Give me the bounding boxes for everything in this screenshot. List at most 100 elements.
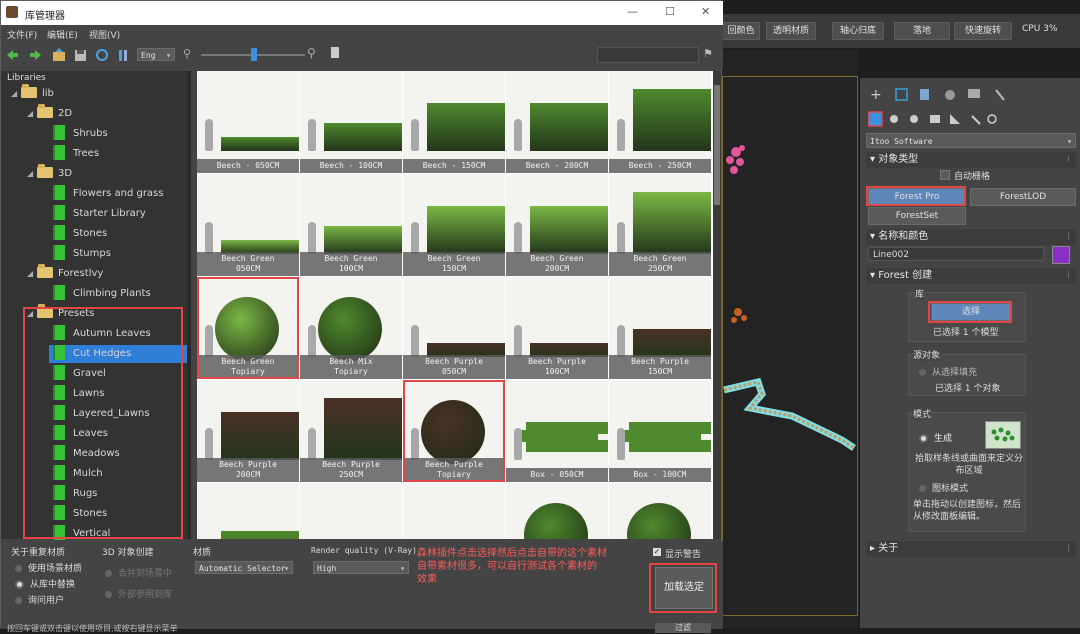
tree-item[interactable]: Stumps <box>53 244 111 263</box>
library-thumbnail[interactable]: Beech Purple 250CM <box>300 380 402 482</box>
library-thumbnail[interactable]: Beech - 150CM <box>403 71 505 173</box>
library-thumbnail[interactable]: Beech Purple 200CM <box>197 380 299 482</box>
tree-item[interactable]: 3D <box>37 163 72 183</box>
radio-merge[interactable] <box>105 570 112 577</box>
library-thumbnail[interactable]: Beech Purple 050CM <box>403 277 505 379</box>
about-header[interactable]: ▸ 关于 ⁞ <box>866 541 1076 557</box>
source-option[interactable]: 从选择填充 <box>919 365 977 378</box>
show-warning-checkbox[interactable]: ✓ <box>653 548 661 556</box>
book-icon <box>53 224 65 240</box>
zoom-in-icon[interactable]: ⚲ <box>307 46 316 60</box>
thumbnail-label: Box - 050CM <box>506 468 608 482</box>
library-thumbnail[interactable]: Beech Mix Topiary <box>300 277 402 379</box>
document-icon[interactable] <box>331 47 339 58</box>
tree-item[interactable]: 2D <box>37 103 72 123</box>
library-thumbnail[interactable]: Beech - 050CM <box>197 71 299 173</box>
library-thumbnail[interactable]: Beech Purple Topiary <box>403 380 505 482</box>
expand-arrow-icon[interactable]: ◢ <box>27 269 33 278</box>
library-thumbnail[interactable] <box>403 483 505 539</box>
forest-lod-button[interactable]: ForestLOD <box>970 188 1076 206</box>
object-color-swatch[interactable] <box>1052 246 1070 264</box>
window-titlebar[interactable]: 库管理器 — ☐ ✕ <box>1 1 723 25</box>
tree-scrollbar[interactable] <box>187 71 191 539</box>
close-icon[interactable]: ✕ <box>701 5 710 18</box>
tree-item[interactable]: Starter Library <box>53 204 146 223</box>
library-thumbnail[interactable]: Beech Green 050CM <box>197 174 299 276</box>
source-radio[interactable] <box>919 369 926 376</box>
thumbnail-label: Beech Purple 250CM <box>300 458 402 482</box>
icon-mode-option[interactable]: 图标模式 <box>919 481 968 494</box>
library-thumbnail[interactable]: Beech - 100CM <box>300 71 402 173</box>
generate-mode-icon[interactable] <box>985 421 1021 449</box>
tree-item[interactable]: Flowers and grass <box>53 184 163 203</box>
library-thumbnail[interactable]: Box - 100CM <box>609 380 711 482</box>
tree-item[interactable]: Climbing Plants <box>53 284 151 303</box>
radio-replace[interactable] <box>15 580 24 589</box>
hedge-shape <box>633 89 711 151</box>
language-select[interactable]: Eng <box>137 48 175 62</box>
toolbar-icons[interactable] <box>5 47 135 63</box>
tree-item[interactable]: Trees <box>53 144 99 163</box>
tree-item[interactable]: lib <box>21 83 54 103</box>
library-thumbnail[interactable]: Beech - 250CM <box>609 71 711 173</box>
library-thumbnail[interactable]: Beech Purple 100CM <box>506 277 608 379</box>
tree-item[interactable]: Shrubs <box>53 124 108 143</box>
category-dropdown[interactable]: Itoo Software <box>866 133 1076 149</box>
toolbar-button-drop[interactable]: 落地 <box>894 22 950 40</box>
library-thumbnail[interactable]: Beech Green 200CM <box>506 174 608 276</box>
toolbar-button-rotate[interactable]: 快速旋转 <box>954 22 1012 40</box>
library-thumbnail[interactable]: Beech - 200CM <box>506 71 608 173</box>
menu-edit[interactable]: 编辑(E) <box>47 28 78 41</box>
grid-scrollbar-thumb[interactable] <box>714 85 720 205</box>
zoom-out-icon[interactable]: ⚲ <box>183 47 191 60</box>
library-thumbnail[interactable]: Beech Purple 150CM <box>609 277 711 379</box>
toolbar-button-color[interactable]: 回颜色 <box>722 22 760 40</box>
menu-view[interactable]: 视图(V) <box>89 28 120 41</box>
library-thumbnail[interactable]: Beech Green 100CM <box>300 174 402 276</box>
option-ask-user[interactable]: 询问用户 <box>15 593 64 606</box>
tree-item[interactable]: Stones <box>53 224 107 243</box>
filter-button[interactable]: 过滤 <box>655 623 711 633</box>
expand-arrow-icon[interactable]: ◢ <box>27 169 33 178</box>
expand-arrow-icon[interactable]: ◢ <box>11 89 17 98</box>
expand-arrow-icon[interactable]: ◢ <box>27 109 33 118</box>
material-dropdown[interactable]: Automatic Selector <box>195 561 293 575</box>
maximize-icon[interactable]: ☐ <box>665 5 675 18</box>
library-thumbnail[interactable]: Box - 050CM <box>506 380 608 482</box>
tree-item[interactable]: Forestlvy <box>37 263 103 283</box>
radio-xref[interactable] <box>105 591 112 598</box>
library-thumbnail[interactable]: Beech Green 250CM <box>609 174 711 276</box>
radio-use-scene[interactable] <box>15 565 22 572</box>
radio-ask-user[interactable] <box>15 597 22 604</box>
minimize-icon[interactable]: — <box>627 5 638 18</box>
toolbar-button-transparent[interactable]: 透明材质 <box>766 22 816 40</box>
library-thumbnail[interactable]: Beech Green 150CM <box>403 174 505 276</box>
forest-create-header[interactable]: ▾ Forest 创建 ⁞ <box>866 268 1076 284</box>
menu-file[interactable]: 文件(F) <box>7 28 37 41</box>
grid-scrollbar[interactable] <box>713 71 721 539</box>
toolbar-button-pivot[interactable]: 轴心归底 <box>832 22 884 40</box>
library-thumbnail[interactable]: Beech Green Topiary <box>197 277 299 379</box>
render-quality-dropdown[interactable]: High <box>313 561 409 575</box>
generate-option[interactable]: 生成 <box>919 431 952 444</box>
object-type-header[interactable]: ▾ 对象类型 ⁞ <box>866 152 1076 168</box>
name-color-header[interactable]: ▾ 名称和颜色 ⁞ <box>866 229 1076 245</box>
library-thumbnail[interactable] <box>506 483 608 539</box>
command-tabs[interactable]: + <box>868 86 1018 128</box>
object-name-field[interactable]: Line002 <box>868 247 1044 261</box>
search-icon[interactable]: ⚑ <box>703 47 713 60</box>
forest-set-button[interactable]: ForestSet <box>868 207 966 225</box>
option-replace-from-library[interactable]: 从库中替换 <box>15 577 75 590</box>
option-merge-to-scene[interactable]: 合并到场景中 <box>105 566 172 579</box>
option-xref-library[interactable]: 外部参照到库 <box>105 587 172 600</box>
command-panel: + Itoo Software ▾ 对象类型⁞ 自动栅格 Forest Pro … <box>860 78 1080 628</box>
autogrid-checkbox[interactable] <box>940 170 950 180</box>
search-input[interactable] <box>597 47 699 63</box>
icon-mode-radio[interactable] <box>919 485 926 492</box>
generate-radio[interactable] <box>919 434 928 443</box>
library-thumbnail[interactable] <box>300 483 402 539</box>
library-thumbnail[interactable] <box>197 483 299 539</box>
slider-handle[interactable] <box>251 48 257 61</box>
option-use-scene-material[interactable]: 使用场景材质 <box>15 561 82 574</box>
library-thumbnail[interactable] <box>609 483 711 539</box>
